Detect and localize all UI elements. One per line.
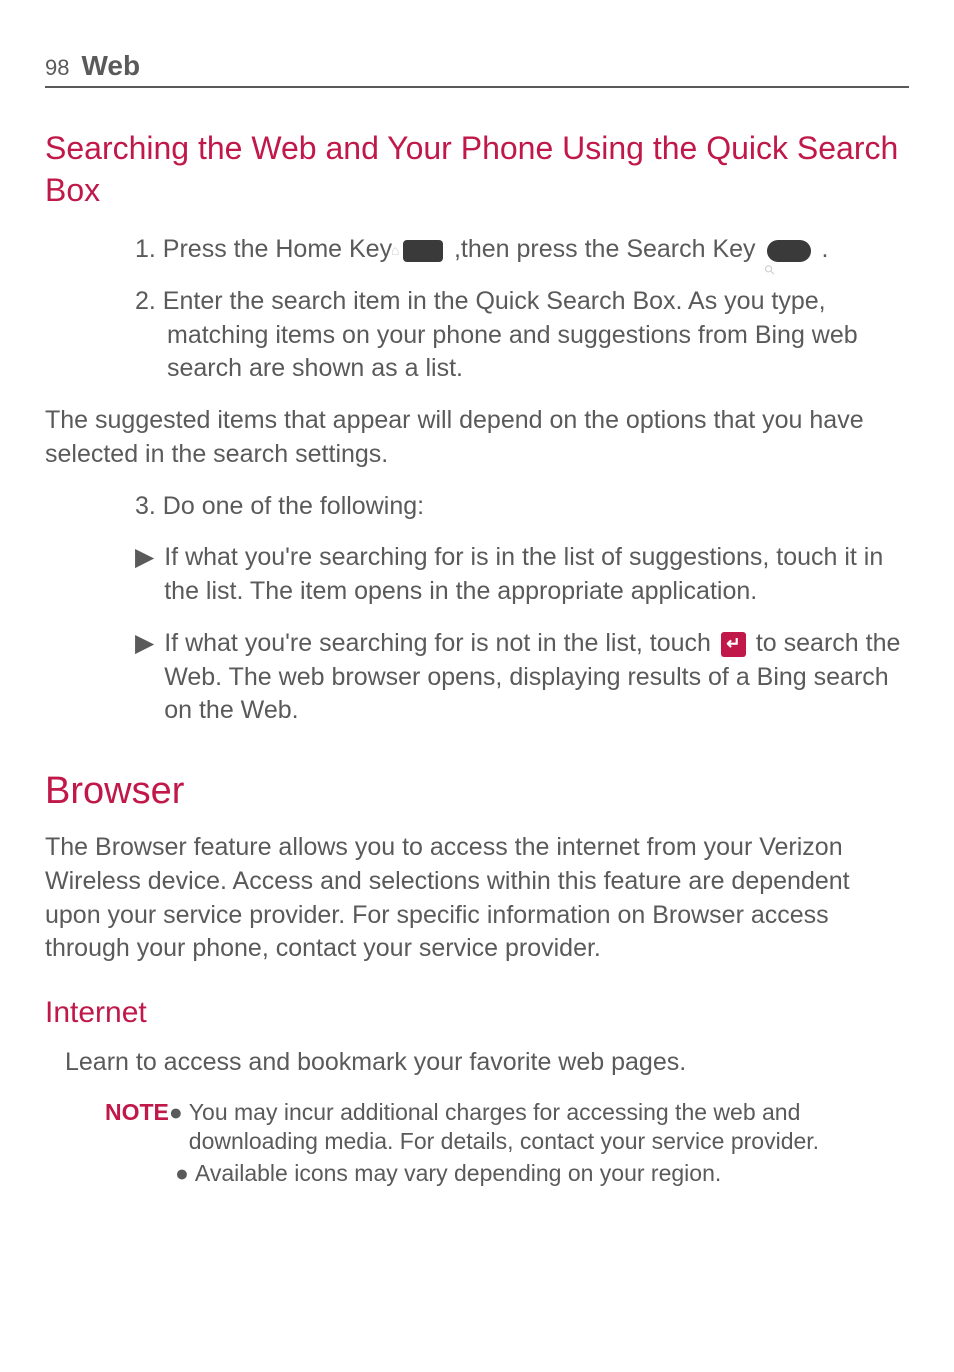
step-1-text-end: . [815, 235, 829, 263]
step-1-text-pre: 1. Press the [135, 235, 275, 263]
step-list-2: 3. Do one of the following: [45, 490, 909, 524]
page-header: 98 Web [45, 50, 909, 88]
step-list-1: 1. Press the Home Key ,then press the Se… [45, 233, 909, 386]
section-title: Web [81, 50, 140, 82]
note-bullet-icon: ● [175, 1159, 189, 1188]
note-1-text: You may incur additional charges for acc… [189, 1098, 909, 1156]
bullet-list: ▶ If what you're searching for is in the… [45, 541, 909, 728]
home-key-icon [403, 240, 443, 262]
search-key-icon [767, 240, 811, 262]
step-1: 1. Press the Home Key ,then press the Se… [135, 233, 909, 267]
note-row-2: ● Available icons may vary depending on … [175, 1159, 909, 1188]
bullet-item-2: ▶ If what you're searching for is not in… [135, 627, 909, 728]
step-3: 3. Do one of the following: [135, 490, 909, 524]
suggested-items-para: The suggested items that appear will dep… [45, 404, 909, 472]
triangle-bullet-icon: ▶ [135, 627, 154, 728]
home-key-label: Home Key [275, 235, 399, 263]
step-2: 2. Enter the search item in the Quick Se… [135, 285, 909, 386]
bullet-2-text-pre: If what you're searching for is not in t… [164, 629, 718, 657]
bullet-2-text-wrap: If what you're searching for is not in t… [164, 627, 909, 728]
bullet-item-1: ▶ If what you're searching for is in the… [135, 541, 909, 609]
heading-internet: Internet [45, 996, 909, 1030]
step-1-text-mid: ,then press the [447, 235, 626, 263]
triangle-bullet-icon: ▶ [135, 541, 154, 609]
note-2-text: Available icons may vary depending on yo… [195, 1159, 721, 1188]
note-bullet-icon: ● [169, 1098, 183, 1156]
bullet-1-text: If what you're searching for is in the l… [164, 541, 909, 609]
note-block: NOTE ● You may incur additional charges … [45, 1098, 909, 1188]
search-key-label: Search Key [626, 235, 762, 263]
internet-intro-para: Learn to access and bookmark your favori… [45, 1046, 909, 1080]
heading-browser: Browser [45, 770, 909, 813]
page-number: 98 [45, 55, 69, 81]
enter-key-icon [721, 632, 746, 657]
note-row-1: NOTE ● You may incur additional charges … [175, 1098, 909, 1156]
browser-intro-para: The Browser feature allows you to access… [45, 831, 909, 966]
note-label: NOTE [105, 1098, 169, 1156]
heading-quick-search: Searching the Web and Your Phone Using t… [45, 128, 909, 211]
